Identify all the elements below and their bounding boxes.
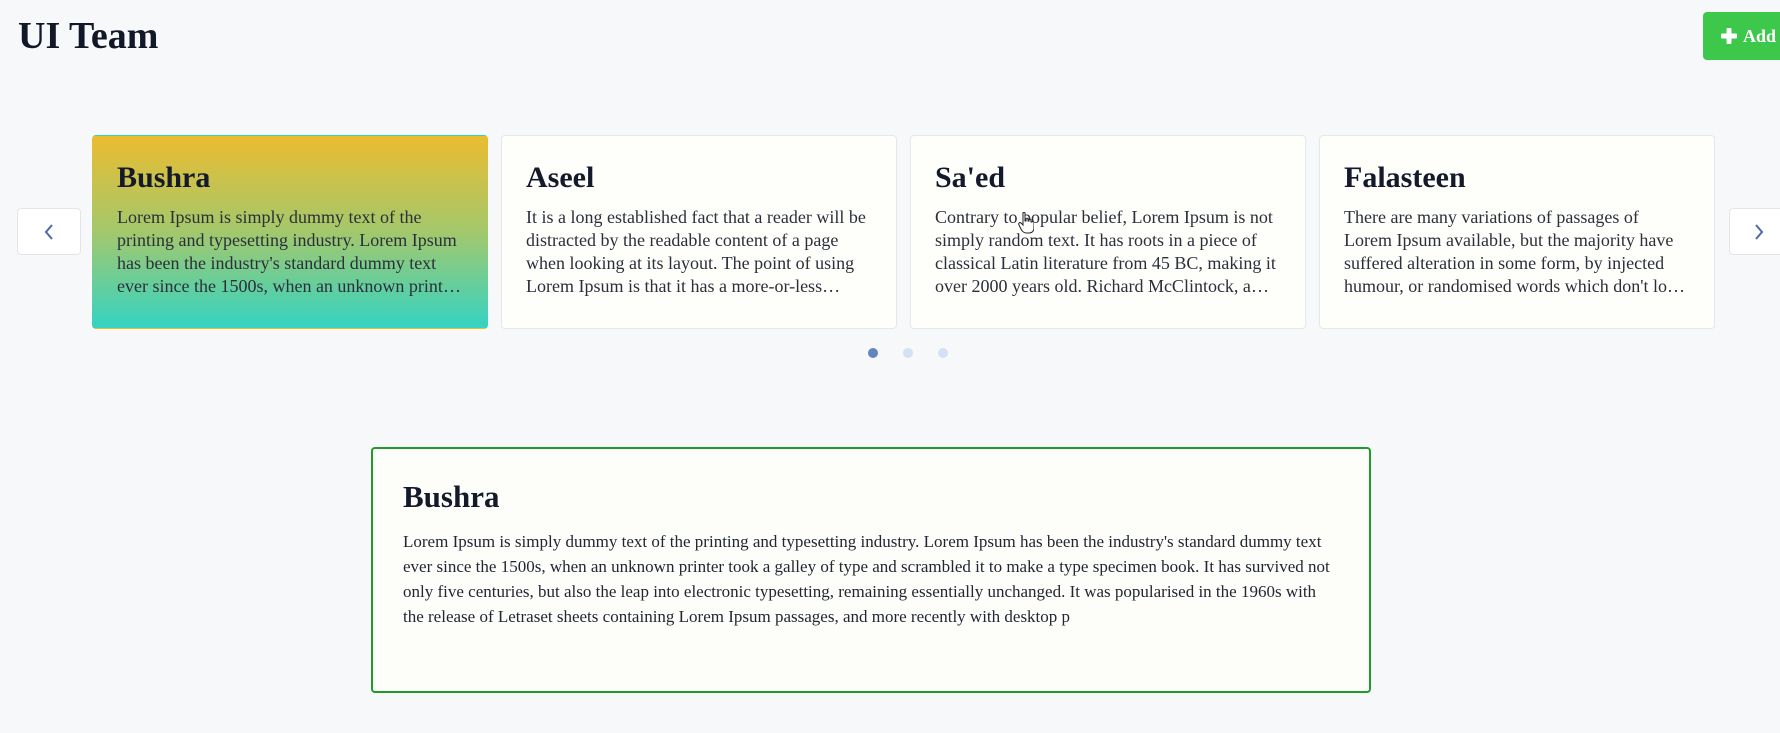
detail-name: Bushra (403, 479, 500, 514)
carousel-card-falasteen[interactable]: Falasteen There are many variations of p… (1319, 135, 1715, 329)
chevron-left-icon (44, 223, 53, 240)
carousel-pagination (868, 348, 948, 358)
card-text: It is a long established fact that a rea… (526, 207, 866, 296)
carousel-card-saed[interactable]: Sa'ed Contrary to popular belief, Lorem … (910, 135, 1306, 329)
add-button[interactable]: Add (1703, 12, 1780, 60)
detail-text: Lorem Ipsum is simply dummy text of the … (403, 532, 1330, 626)
pagination-dot-1[interactable] (868, 348, 878, 358)
page: UI Team Add Bushra Lorem Ipsum is simply… (0, 0, 1780, 733)
card-text: Contrary to popular belief, Lorem Ipsum … (935, 207, 1276, 296)
carousel-prev-button[interactable] (17, 208, 81, 255)
plus-icon (1721, 28, 1737, 44)
carousel-next-button[interactable] (1729, 208, 1780, 255)
hand-pointer-icon (1018, 212, 1034, 234)
pagination-dot-2[interactable] (903, 348, 913, 358)
detail-panel: Bushra Lorem Ipsum is simply dummy text … (371, 447, 1371, 693)
card-name: Sa'ed (935, 161, 1006, 194)
pagination-dot-3[interactable] (938, 348, 948, 358)
page-title: UI Team (18, 15, 159, 57)
card-name: Aseel (526, 161, 595, 194)
card-name: Bushra (117, 161, 211, 194)
card-text: Lorem Ipsum is simply dummy text of the … (117, 207, 457, 296)
card-name: Falasteen (1344, 161, 1466, 194)
card-text: There are many variations of passages of… (1344, 207, 1685, 296)
chevron-right-icon (1755, 223, 1764, 240)
carousel-card-aseel[interactable]: Aseel It is a long established fact that… (501, 135, 897, 329)
carousel-card-bushra[interactable]: Bushra Lorem Ipsum is simply dummy text … (92, 135, 488, 329)
add-button-label: Add (1743, 25, 1777, 46)
